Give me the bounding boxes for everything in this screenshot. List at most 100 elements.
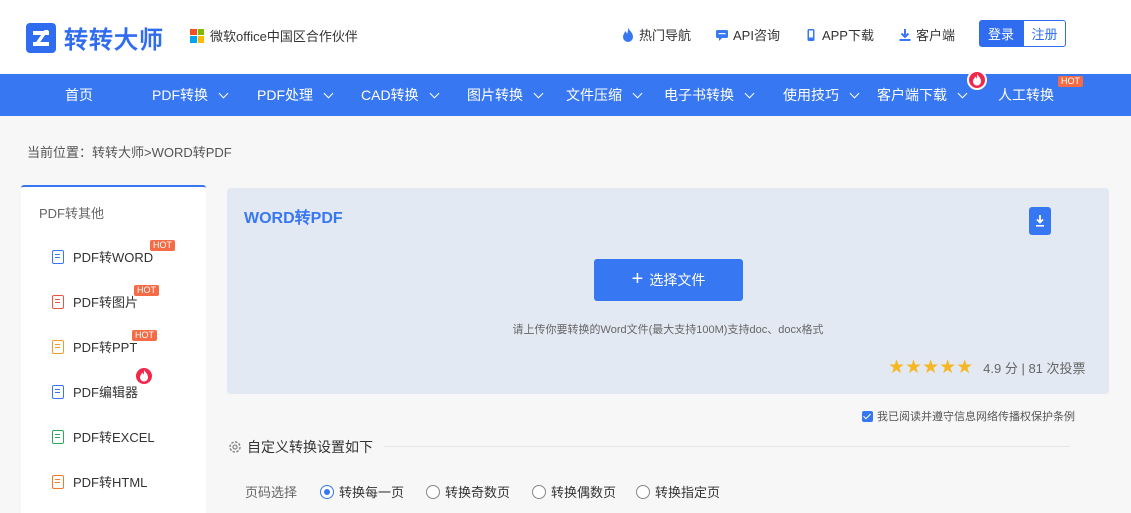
nav-label: 客户端下载 bbox=[877, 87, 947, 103]
sidebar-item-label: PDF转WORD bbox=[73, 250, 154, 265]
settings-divider bbox=[384, 446, 1070, 447]
top-header: 转转大师 微软office中国区合作伙伴 热门导航 API咨询 APP下载 客户… bbox=[0, 0, 1131, 74]
sidebar-item-pdf-to-image[interactable]: PDF转图片 bbox=[52, 292, 138, 311]
flame-icon bbox=[622, 27, 633, 42]
nav-label: 首页 bbox=[65, 87, 93, 103]
settings-title-text: 自定义转换设置如下 bbox=[247, 439, 373, 455]
logo[interactable]: 转转大师 bbox=[26, 20, 164, 55]
nav-client-download[interactable]: 客户端下载 bbox=[877, 74, 968, 116]
chat-icon bbox=[716, 29, 728, 41]
hot-badge: HOT bbox=[134, 285, 159, 296]
radio-label: 转换偶数页 bbox=[551, 485, 617, 500]
radio-even-pages[interactable]: 转换偶数页 bbox=[532, 482, 616, 501]
nav-label: 图片转换 bbox=[467, 87, 523, 103]
html-file-icon bbox=[52, 474, 64, 489]
phone-icon bbox=[807, 28, 815, 41]
sidebar-item-pdf-editor[interactable]: PDF编辑器 bbox=[52, 382, 138, 401]
chevron-down-icon bbox=[533, 88, 544, 98]
app-download-link[interactable]: APP下载 bbox=[804, 25, 874, 44]
radio-button[interactable] bbox=[426, 484, 440, 499]
radio-label: 转换奇数页 bbox=[445, 485, 511, 500]
upload-hint: 请上传你要转换的Word文件(最大支持100M)支持doc、docx格式 bbox=[512, 324, 824, 336]
sidebar-item-pdf-to-word[interactable]: PDF转WORD bbox=[52, 247, 153, 266]
chevron-down-icon bbox=[632, 88, 643, 98]
partner-badge: 微软office中国区合作伙伴 bbox=[190, 26, 358, 45]
sidebar-item-label: PDF转HTML bbox=[73, 475, 148, 490]
nav-label: CAD转换 bbox=[361, 87, 419, 103]
chevron-down-icon bbox=[849, 88, 860, 98]
nav-label: 人工转换 bbox=[998, 87, 1054, 103]
ppt-file-icon bbox=[52, 339, 64, 354]
nav-label: 文件压缩 bbox=[566, 87, 622, 103]
select-file-label: 选择文件 bbox=[649, 272, 706, 288]
logo-mark-icon bbox=[26, 22, 56, 53]
sidebar-item-label: PDF转PPT bbox=[73, 340, 138, 355]
fire-badge-icon bbox=[967, 70, 987, 90]
brand-name: 转转大师 bbox=[64, 27, 164, 54]
nav-file-compress[interactable]: 文件压缩 bbox=[566, 74, 643, 116]
rating: ★★★★★ 4.9 分 | 81 次投票 bbox=[888, 356, 1086, 379]
sidebar-item-pdf-to-excel[interactable]: PDF转EXCEL bbox=[52, 427, 155, 446]
radio-every-page[interactable]: 转换每一页 bbox=[320, 482, 404, 501]
chevron-down-icon bbox=[218, 88, 229, 98]
download-icon[interactable] bbox=[1029, 207, 1051, 235]
nav-label: 使用技巧 bbox=[783, 87, 839, 103]
agreement-checkbox[interactable] bbox=[862, 410, 873, 422]
api-label: API咨询 bbox=[733, 28, 780, 43]
chevron-down-icon bbox=[957, 88, 968, 98]
image-file-icon bbox=[52, 294, 64, 309]
api-link[interactable]: API咨询 bbox=[715, 25, 780, 44]
partner-text: 微软office中国区合作伙伴 bbox=[210, 29, 358, 44]
panel-title: WORD转PDF bbox=[244, 210, 343, 227]
page-select-label: 页码选择 bbox=[245, 485, 298, 500]
sidebar-item-label: PDF转图片 bbox=[73, 295, 139, 310]
nav-tips[interactable]: 使用技巧 bbox=[783, 74, 860, 116]
agreement[interactable]: 我已阅读并遵守信息网络传播权保护条例 bbox=[862, 408, 1075, 424]
app-download-label: APP下载 bbox=[821, 28, 874, 43]
auth-buttons: 登录 注册 bbox=[979, 20, 1066, 47]
select-file-button[interactable]: + 选择文件 bbox=[594, 259, 743, 301]
nav-pdf-process[interactable]: PDF处理 bbox=[257, 74, 334, 116]
sidebar-item-pdf-to-ppt[interactable]: PDF转PPT bbox=[52, 337, 137, 356]
chevron-down-icon bbox=[744, 88, 755, 98]
nav-manual-convert[interactable]: 人工转换 bbox=[998, 74, 1054, 116]
nav-cad-convert[interactable]: CAD转换 bbox=[361, 74, 440, 116]
hot-nav-label: 热门导航 bbox=[638, 28, 691, 43]
nav-label: PDF转换 bbox=[152, 87, 208, 103]
hot-badge: HOT bbox=[132, 330, 157, 341]
register-button[interactable]: 注册 bbox=[1023, 20, 1066, 47]
gear-icon bbox=[229, 441, 241, 453]
chevron-down-icon bbox=[429, 88, 440, 98]
sidebar-item-label: PDF转EXCEL bbox=[73, 430, 155, 445]
excel-file-icon bbox=[52, 429, 64, 444]
nav-ebook-convert[interactable]: 电子书转换 bbox=[664, 74, 755, 116]
hot-nav-link[interactable]: 热门导航 bbox=[621, 25, 691, 44]
main-nav: 首页 PDF转换 PDF处理 CAD转换 图片转换 文件压缩 电子书转换 使用技… bbox=[0, 70, 1131, 116]
client-label: 客户端 bbox=[915, 28, 955, 43]
microsoft-logo-icon bbox=[190, 28, 204, 43]
sidebar-item-pdf-to-html[interactable]: PDF转HTML bbox=[52, 472, 147, 491]
fire-badge-icon bbox=[134, 366, 154, 386]
nav-label: 电子书转换 bbox=[664, 87, 734, 103]
login-button[interactable]: 登录 bbox=[979, 20, 1023, 47]
nav-pdf-convert[interactable]: PDF转换 bbox=[152, 74, 229, 116]
client-link[interactable]: 客户端 bbox=[898, 25, 955, 44]
sidebar-title: PDF转其他 bbox=[39, 206, 105, 221]
chevron-down-icon bbox=[323, 88, 334, 98]
star-rating-icon[interactable]: ★★★★★ bbox=[888, 356, 973, 379]
nav-image-convert[interactable]: 图片转换 bbox=[467, 74, 544, 116]
radio-button[interactable] bbox=[320, 484, 334, 499]
plus-icon: + bbox=[631, 268, 644, 290]
radio-specific-pages[interactable]: 转换指定页 bbox=[636, 482, 720, 501]
upload-panel[interactable]: WORD转PDF + 选择文件 请上传你要转换的Word文件(最大支持100M)… bbox=[227, 188, 1109, 394]
nav-label: PDF处理 bbox=[257, 87, 313, 103]
monitor-icon bbox=[52, 384, 64, 399]
sidebar: PDF转其他 PDF转WORD HOT PDF转图片 HOT PDF转PPT H… bbox=[21, 185, 206, 513]
rating-text: 4.9 分 | 81 次投票 bbox=[983, 361, 1086, 376]
radio-button[interactable] bbox=[636, 484, 650, 499]
radio-odd-pages[interactable]: 转换奇数页 bbox=[426, 482, 510, 501]
radio-button[interactable] bbox=[532, 484, 546, 499]
download-icon bbox=[899, 28, 911, 41]
radio-label: 转换每一页 bbox=[339, 485, 405, 500]
nav-home[interactable]: 首页 bbox=[65, 74, 93, 116]
